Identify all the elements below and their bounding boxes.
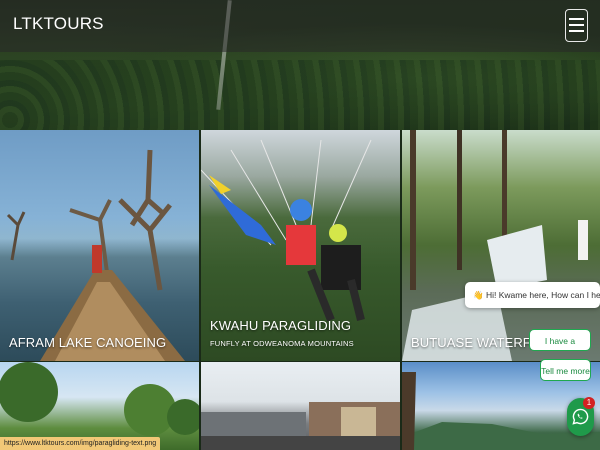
chat-greeting-bubble[interactable]: 👋 Hi! Kwame here, How can I help? xyxy=(465,282,600,308)
building-photo xyxy=(201,402,400,450)
tell-me-more-button[interactable]: Tell me more xyxy=(540,359,591,381)
tile-subtitle: FUNFLY AT ODWEANOMA MOUNTAINS xyxy=(210,339,354,348)
waterfall-illustration xyxy=(402,130,588,361)
tour-tile-butuase-waterfall[interactable]: BUTUASE WATERFALL xyxy=(402,130,600,361)
forest-canopy-image xyxy=(0,60,600,130)
navbar: LTKTOURS xyxy=(0,0,600,52)
hamburger-menu-icon[interactable] xyxy=(565,9,588,42)
link-status-bar: https://www.ltktours.com/img/paragliding… xyxy=(0,437,161,450)
tour-tile-afram-lake[interactable]: AFRAM LAKE CANOEING xyxy=(0,130,199,361)
canoe-tree-illustration xyxy=(6,149,185,361)
tour-tile-5[interactable] xyxy=(201,362,400,450)
tile-title: KWAHU PARAGLIDING xyxy=(210,318,352,333)
notification-badge: 1 xyxy=(583,397,595,409)
tour-tile-kwahu-paragliding[interactable]: KWAHU PARAGLIDING FUNFLY AT ODWEANOMA MO… xyxy=(201,130,400,361)
brand-logo[interactable]: LTKTOURS xyxy=(13,14,104,34)
tile-title: AFRAM LAKE CANOEING xyxy=(9,335,167,350)
question-button[interactable]: I have a question xyxy=(529,329,591,368)
